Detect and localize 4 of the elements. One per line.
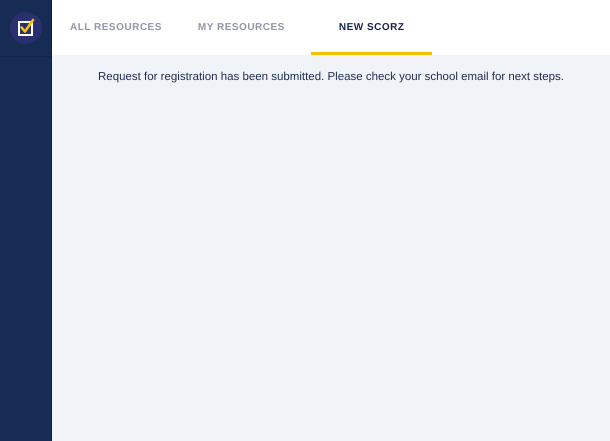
tab[interactable]: ALL RESOURCES	[52, 0, 180, 55]
confirmation-message: Request for registration has been submitted. Please check your school email for next steps.	[97, 71, 565, 83]
tab[interactable]: MY RESOURCES	[180, 0, 303, 55]
checkbox-logo-icon[interactable]	[10, 12, 42, 44]
